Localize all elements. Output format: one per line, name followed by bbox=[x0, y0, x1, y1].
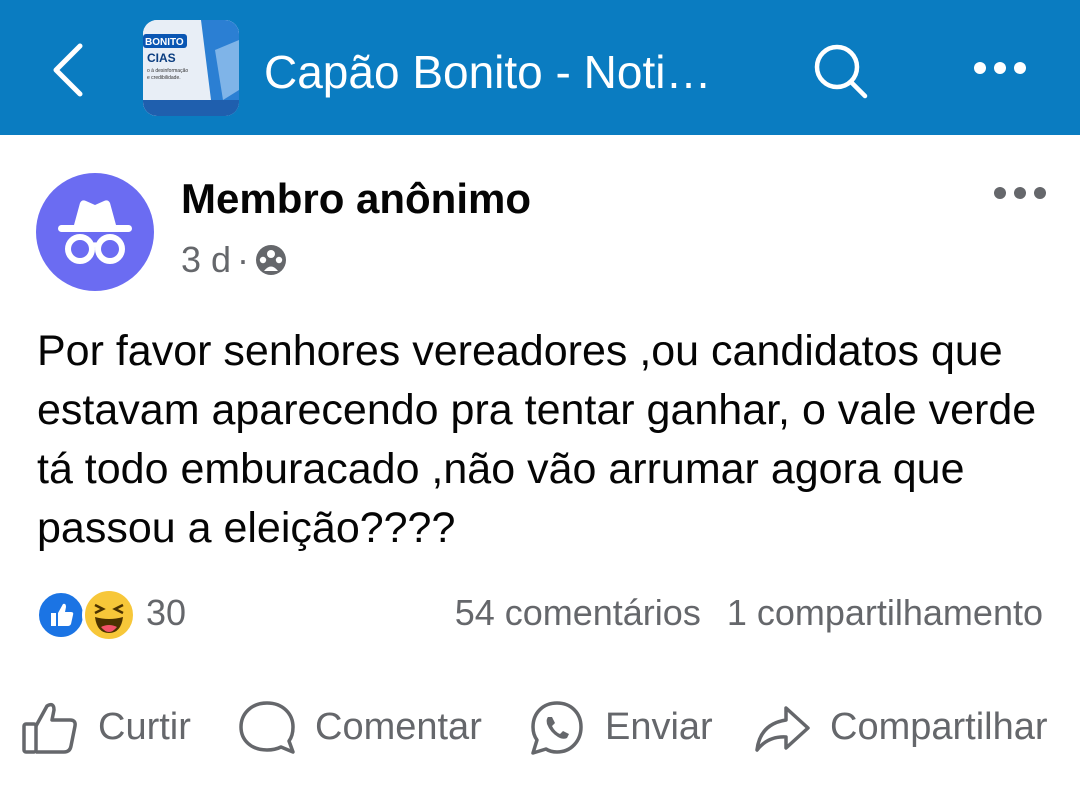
group-title[interactable]: Capão Bonito - Noti… bbox=[264, 44, 764, 100]
avatar[interactable] bbox=[36, 173, 154, 291]
post-text: Por favor senhores vereadores ,ou candid… bbox=[37, 327, 1037, 552]
share-arrow-icon bbox=[755, 705, 810, 752]
shares-count[interactable]: 1 compartilhamento bbox=[727, 590, 1043, 636]
comment-bubble-icon bbox=[239, 700, 295, 754]
like-label: Curtir bbox=[98, 706, 191, 748]
whatsapp-icon bbox=[531, 700, 583, 755]
more-icon bbox=[974, 62, 1026, 74]
share-label: Compartilhar bbox=[830, 706, 1048, 748]
thumb-text-1: BONITO bbox=[145, 37, 184, 48]
post-stats: 54 comentários 1 compartilhamento bbox=[455, 590, 1043, 636]
thumb-text-4: e credibilidade. bbox=[147, 75, 181, 81]
group-thumbnail[interactable]: BONITO CIAS o à desinformação e credibil… bbox=[143, 20, 239, 116]
thumbs-up-icon bbox=[22, 702, 77, 754]
post-author[interactable]: Membro anônimo bbox=[181, 174, 531, 224]
group-icon bbox=[256, 245, 287, 275]
top-bar: BONITO CIAS o à desinformação e credibil… bbox=[0, 0, 1080, 135]
post-meta: 3 d · bbox=[181, 238, 287, 282]
like-button[interactable]: Curtir bbox=[20, 690, 191, 765]
back-button[interactable] bbox=[42, 38, 102, 102]
share-button[interactable]: Compartilhar bbox=[752, 690, 1048, 765]
anonymous-incognito-icon bbox=[58, 200, 132, 264]
comment-label: Comentar bbox=[315, 706, 482, 748]
reaction-count: 30 bbox=[146, 592, 187, 633]
more-options-button[interactable] bbox=[965, 50, 1035, 86]
thumb-text-3: o à desinformação bbox=[147, 68, 188, 74]
comments-count[interactable]: 54 comentários bbox=[455, 590, 701, 636]
meta-separator: · bbox=[237, 239, 250, 280]
post-options-button[interactable] bbox=[985, 178, 1055, 208]
send-button[interactable]: Enviar bbox=[527, 690, 713, 765]
post-time[interactable]: 3 d bbox=[181, 239, 231, 281]
reaction-icons bbox=[36, 586, 140, 642]
group-thumbnail-image: BONITO CIAS o à desinformação e credibil… bbox=[143, 20, 239, 116]
search-button[interactable] bbox=[805, 38, 875, 102]
haha-reaction-icon bbox=[82, 588, 136, 642]
comment-button[interactable]: Comentar bbox=[237, 690, 482, 765]
like-reaction-icon bbox=[36, 590, 86, 640]
thumb-text-2: CIAS bbox=[147, 51, 176, 65]
send-label: Enviar bbox=[605, 706, 713, 748]
search-icon bbox=[814, 44, 868, 99]
back-arrow-icon bbox=[53, 43, 83, 97]
action-bar: Curtir Comentar Enviar Compartilhar bbox=[0, 690, 1080, 765]
reactions-summary[interactable]: 30 bbox=[36, 586, 187, 642]
more-icon bbox=[994, 187, 1046, 199]
